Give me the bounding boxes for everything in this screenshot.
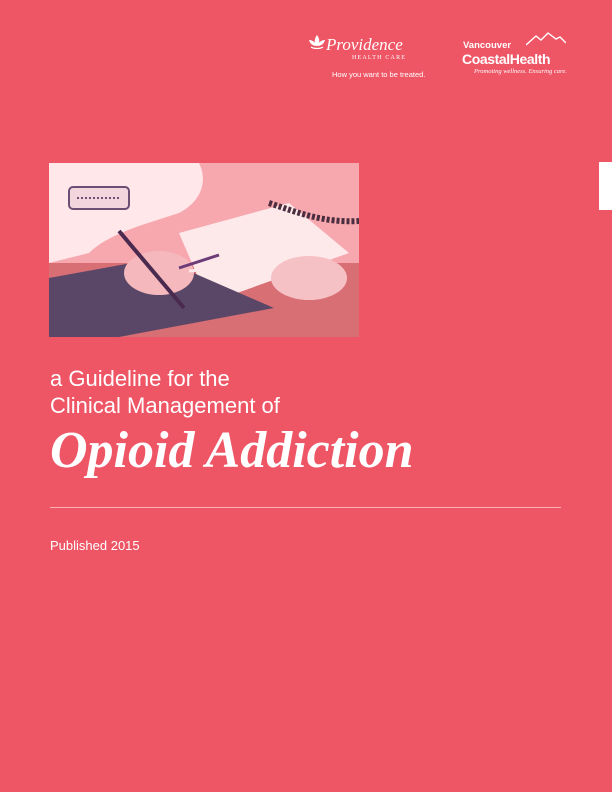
vch-line1: Vancouver (463, 40, 512, 51)
published-date: Published 2015 (50, 538, 140, 553)
vch-logo: Vancouver CoastalHealth Promoting wellne… (462, 32, 577, 82)
providence-name: Providence (326, 35, 403, 54)
providence-subtitle: HEALTH CARE (352, 55, 407, 61)
divider (50, 507, 561, 508)
title-line-2: Clinical Management of (50, 393, 280, 418)
title-line-1: a Guideline for the (50, 366, 230, 391)
cover-photo (49, 163, 359, 337)
flower-icon (309, 35, 325, 50)
side-tab (599, 162, 612, 210)
providence-logo: Providence HEALTH CARE How you want to b… (306, 32, 432, 82)
cover-page: Providence HEALTH CARE How you want to b… (0, 0, 612, 792)
mountain-icon (526, 32, 566, 46)
title-main: Opioid Addiction (50, 422, 414, 479)
vch-tagline: Promoting wellness. Ensuring care. (474, 68, 567, 75)
vch-line2: CoastalHealth (462, 51, 551, 67)
providence-tagline: How you want to be treated. (332, 70, 426, 79)
